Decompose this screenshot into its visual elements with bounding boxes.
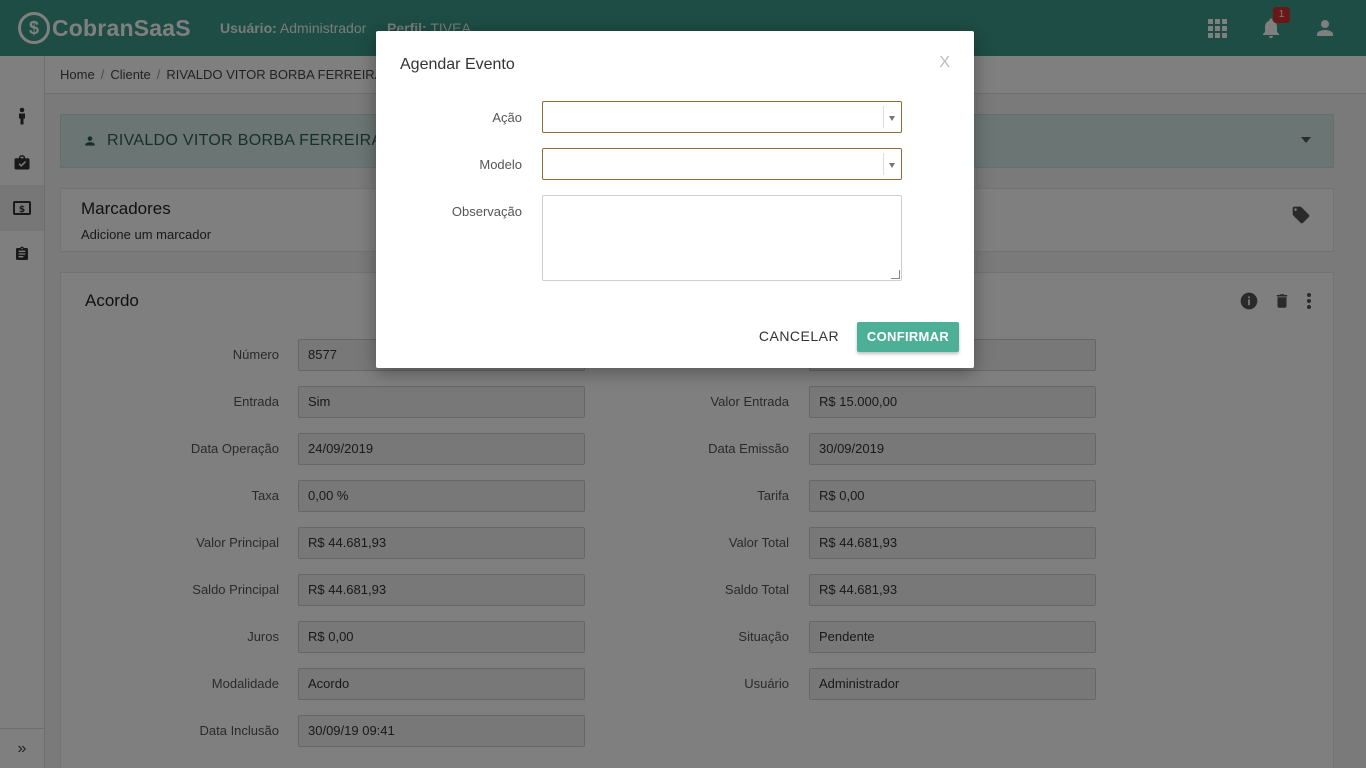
dialog-title: Agendar Evento [400, 56, 515, 73]
chevron-down-icon[interactable] [883, 153, 901, 175]
notes-textarea[interactable] [542, 195, 902, 281]
notes-label: Observação [451, 204, 522, 219]
schedule-event-dialog: Agendar Evento X Ação Modelo Observação … [376, 31, 974, 368]
close-button[interactable]: X [939, 54, 950, 72]
resize-handle-icon[interactable] [891, 270, 900, 279]
action-select[interactable] [542, 101, 902, 133]
model-select[interactable] [542, 148, 902, 180]
action-label: Ação [492, 110, 522, 125]
model-label: Modelo [479, 157, 522, 172]
confirm-button[interactable]: CONFIRMAR [857, 322, 959, 352]
cancel-button[interactable]: CANCELAR [754, 321, 844, 351]
chevron-down-icon[interactable] [883, 106, 901, 128]
